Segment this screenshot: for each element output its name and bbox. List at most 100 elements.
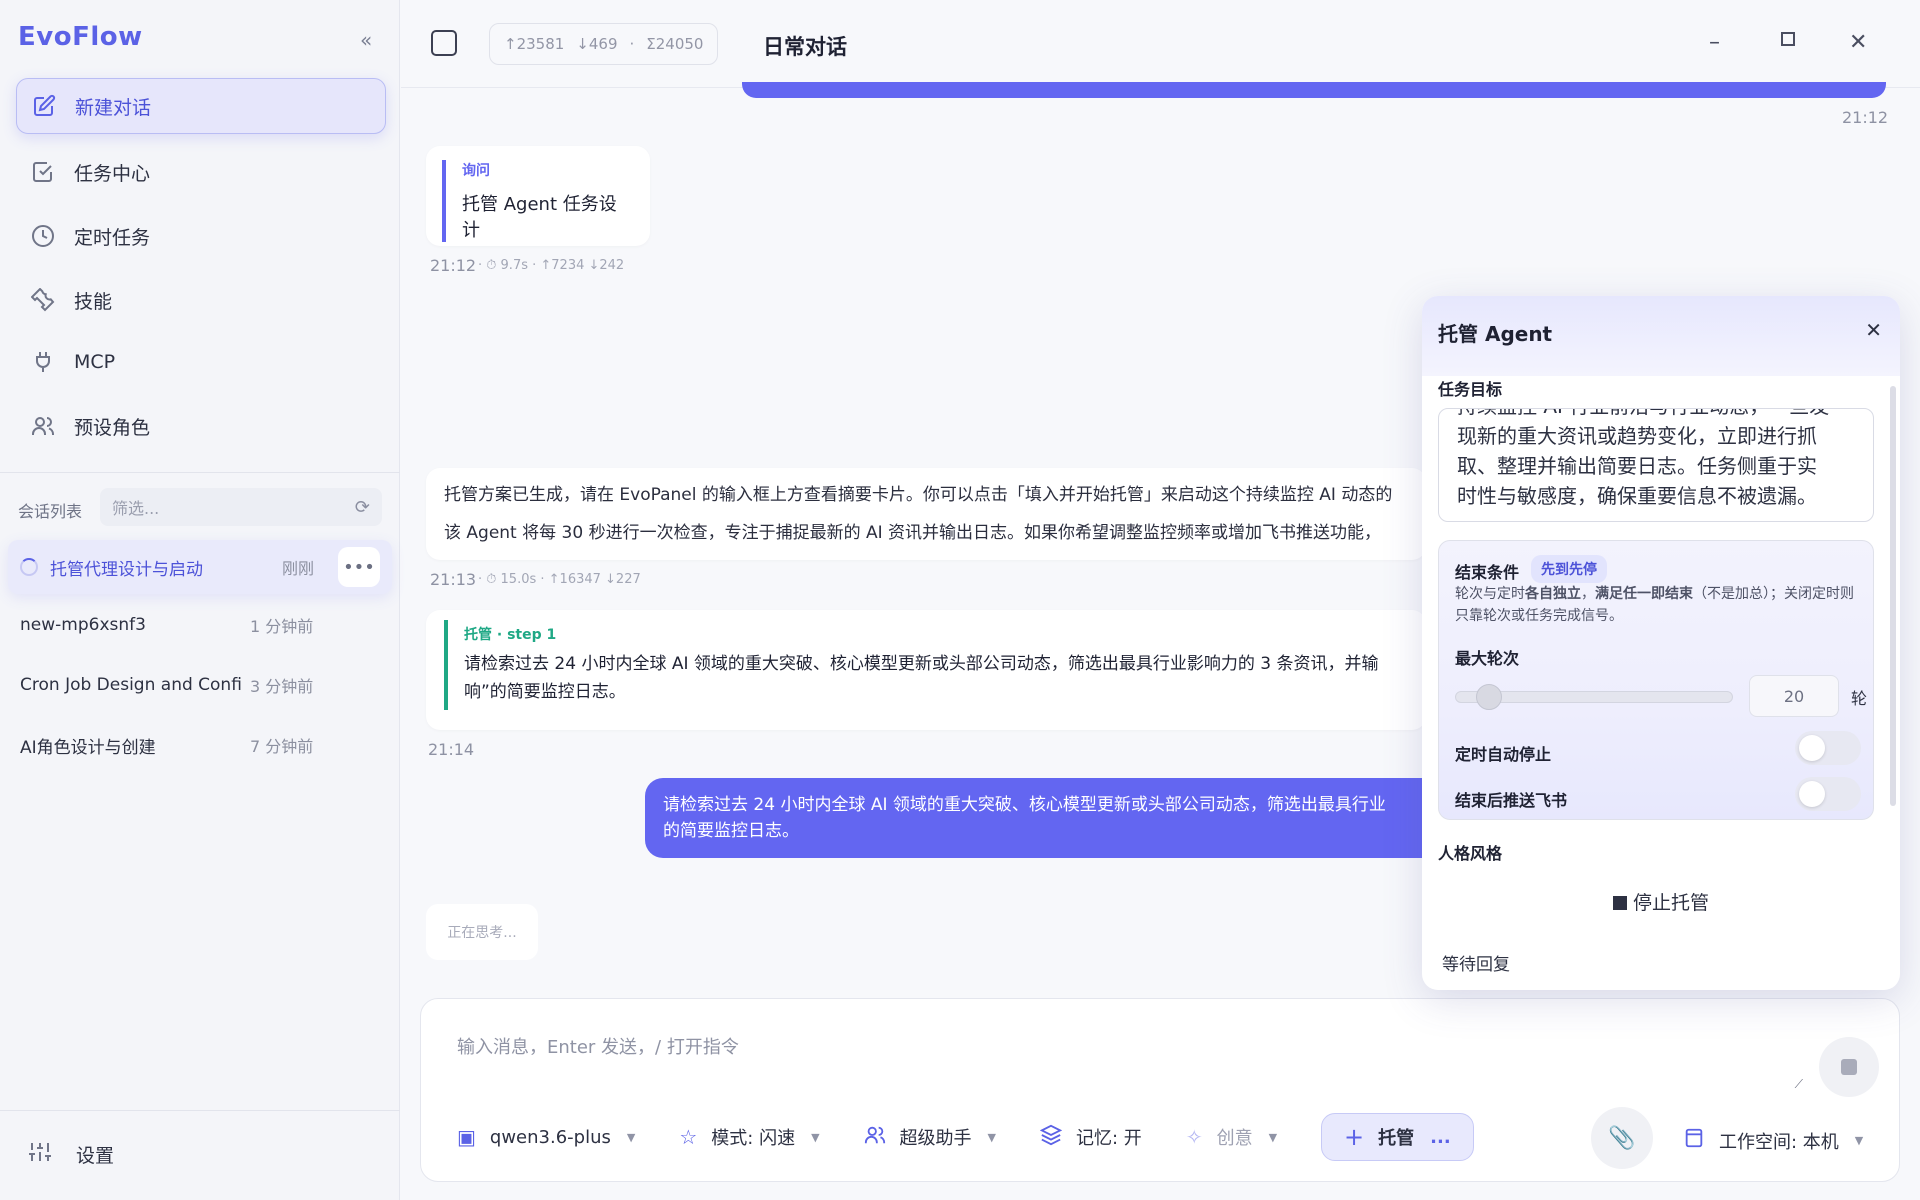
panel-scrollbar[interactable]: [1890, 386, 1896, 806]
collapse-sidebar-button[interactable]: «: [360, 28, 372, 52]
message-time: 21:12: [1842, 108, 1889, 127]
minimize-button[interactable]: –: [1709, 30, 1720, 55]
workspace-label: 工作空间: 本机: [1719, 1131, 1839, 1153]
session-item-active[interactable]: 托管代理设计与启动 刚刚 •••: [8, 540, 392, 594]
nav-label: 预设角色: [74, 416, 151, 439]
nav-preset-roles[interactable]: 预设角色: [16, 398, 386, 454]
nav-skills[interactable]: 技能: [16, 272, 386, 328]
session-item[interactable]: Cron Job Design and Confi... 3 分钟前: [8, 658, 392, 712]
stop-generation-button[interactable]: [1819, 1037, 1879, 1097]
close-window-button[interactable]: ✕: [1849, 30, 1867, 55]
chevron-down-icon: ▼: [811, 1130, 820, 1144]
step-quote: 托管 · step 1 请检索过去 24 小时内全球 AI 领域的重大突破、核心…: [444, 620, 1408, 710]
clock-icon: [30, 223, 56, 249]
nav-new-chat[interactable]: 新建对话: [16, 78, 386, 134]
max-rounds-input[interactable]: 20: [1749, 675, 1839, 717]
agent-panel: 托管 Agent ✕ 任务目标 持续监控 AI 行业前沿与行业动态，一旦发 现新…: [1422, 296, 1900, 990]
ask-text: 托管 Agent 任务设计: [462, 194, 617, 241]
tuoguan-button[interactable]: + 托管 ...: [1321, 1113, 1474, 1161]
step-line: 响”的简要监控日志。: [464, 682, 626, 702]
goal-textarea[interactable]: 持续监控 AI 行业前沿与行业动态，一旦发 现新的重大资讯或趋势变化，立即进行抓…: [1438, 408, 1874, 522]
chevron-down-icon: ▼: [626, 1130, 636, 1144]
star-icon: ☆: [679, 1125, 698, 1149]
sidebar: EvoFlow « 新建对话 任务中心 定时任务 技能 MCP 预设角色 会话列…: [0, 0, 400, 1200]
users-icon: [30, 413, 56, 439]
workspace-select[interactable]: 工作空间: 本机 ▼: [1683, 1127, 1863, 1154]
chip-icon: ▣: [457, 1125, 476, 1149]
desc-part: 轮次与定时: [1455, 586, 1525, 602]
user-message: 请检索过去 24 小时内全球 AI 领域的重大突破、核心模型更新或头部公司动态，…: [645, 778, 1445, 858]
users-icon: [864, 1124, 886, 1151]
stats-separator: ·: [629, 35, 635, 53]
tokens-total: Σ24050: [646, 35, 704, 53]
reply-line: 该 Agent 将每 30 秒进行一次检查，专注于捕捉最新的 AI 资讯并输出日…: [444, 523, 1382, 543]
session-title: 托管代理设计与启动: [50, 559, 203, 580]
rounds-unit: 轮: [1851, 689, 1868, 708]
creative-label: 创意: [1216, 1128, 1253, 1149]
mode-select[interactable]: ☆ 模式: 闪速 ▼: [679, 1124, 819, 1150]
ask-quote: 询问 托管 Agent 任务设计: [442, 160, 634, 242]
model-select[interactable]: ▣ qwen3.6-plus ▼: [457, 1125, 635, 1149]
desc-part: ，: [1581, 586, 1595, 602]
session-title: Cron Job Design and Confi...: [20, 675, 242, 695]
role-label: 超级助手: [899, 1128, 972, 1149]
attach-button[interactable]: 📎: [1591, 1107, 1653, 1169]
message-input[interactable]: 输入消息，Enter 发送，/ 打开指令: [457, 1033, 739, 1059]
message-meta: · ⏱ 15.0s · ↑16347 ↓227: [478, 572, 641, 587]
maximize-button[interactable]: [1781, 32, 1795, 46]
divider: [0, 472, 400, 473]
ask-tag: 询问: [462, 163, 490, 179]
session-time: 1 分钟前: [250, 617, 314, 636]
max-rounds-slider[interactable]: [1455, 684, 1733, 710]
loading-spinner-icon: [20, 558, 38, 576]
session-item[interactable]: new-mp6xsnf3 1 分钟前: [8, 598, 392, 652]
sparkle-icon: ✧: [1185, 1125, 1203, 1149]
session-item[interactable]: AI角色设计与创建 7 分钟前: [8, 718, 392, 772]
more-options-button[interactable]: •••: [338, 547, 380, 587]
message-meta: · ⏱ 9.7s · ↑7234 ↓242: [478, 258, 625, 273]
mode-label: 模式: 闪速: [711, 1128, 796, 1149]
refresh-icon[interactable]: ⟳: [355, 497, 370, 518]
memory-label: 记忆: 开: [1076, 1128, 1142, 1149]
token-stats: ↑23581 ↓469 · Σ24050: [489, 23, 719, 65]
folder-icon: [1683, 1127, 1705, 1154]
model-label: qwen3.6-plus: [489, 1126, 611, 1148]
push-feishu-toggle[interactable]: [1795, 777, 1861, 811]
session-title: AI角色设计与创建: [20, 737, 156, 758]
chevron-down-icon: ▼: [987, 1130, 997, 1144]
session-time: 3 分钟前: [250, 677, 314, 696]
goal-line: 现新的重大资讯或趋势变化，立即进行抓: [1457, 424, 1817, 448]
chevron-down-icon: ▼: [1268, 1130, 1278, 1144]
session-time: 7 分钟前: [250, 737, 314, 756]
waiting-status: 等待回复: [1442, 955, 1510, 975]
timer-stop-toggle[interactable]: [1795, 731, 1861, 765]
wrench-icon: [30, 287, 56, 313]
nav-scheduled-tasks[interactable]: 定时任务: [16, 208, 386, 264]
nav-label: 任务中心: [74, 162, 151, 185]
stop-tuoguan-button[interactable]: 停止托管: [1422, 888, 1900, 915]
end-description: 轮次与定时各自独立，满足任一即结束（不是加总）；关闭定时则只靠轮次或任务完成信号…: [1455, 583, 1865, 627]
end-badge: 先到先停: [1531, 555, 1607, 583]
message-time: 21:12: [430, 256, 477, 275]
role-select[interactable]: 超级助手 ▼: [864, 1124, 996, 1151]
stop-label: 停止托管: [1632, 892, 1709, 914]
plug-icon: [30, 349, 56, 375]
nav-mcp[interactable]: MCP: [16, 334, 386, 390]
goal-line: 时性与敏感度，确保重要信息不被遗漏。: [1457, 484, 1817, 508]
settings-button[interactable]: 设置: [28, 1140, 114, 1169]
resize-handle-icon[interactable]: ⟋: [1795, 1077, 1803, 1092]
panel-toggle-icon[interactable]: [431, 30, 457, 56]
top-bar: ↑23581 ↓469 · Σ24050 日常对话 – ✕: [401, 0, 1920, 88]
desc-bold: 各自独立: [1525, 586, 1581, 602]
tuoguan-more: ...: [1430, 1126, 1451, 1148]
slider-knob[interactable]: [1476, 684, 1502, 710]
close-panel-button[interactable]: ✕: [1865, 318, 1882, 342]
panel-title: 托管 Agent: [1438, 322, 1553, 346]
message-time: 21:14: [428, 740, 475, 759]
goal-line: 取、整理并输出简要日志。任务侧重于实: [1457, 454, 1817, 478]
session-filter-input[interactable]: 筛选... ⟳: [100, 488, 382, 526]
user-line: 的简要监控日志。: [663, 821, 799, 841]
memory-toggle[interactable]: 记忆: 开: [1039, 1124, 1142, 1151]
creative-select[interactable]: ✧ 创意 ▼: [1186, 1124, 1277, 1150]
nav-task-center[interactable]: 任务中心: [16, 144, 386, 200]
